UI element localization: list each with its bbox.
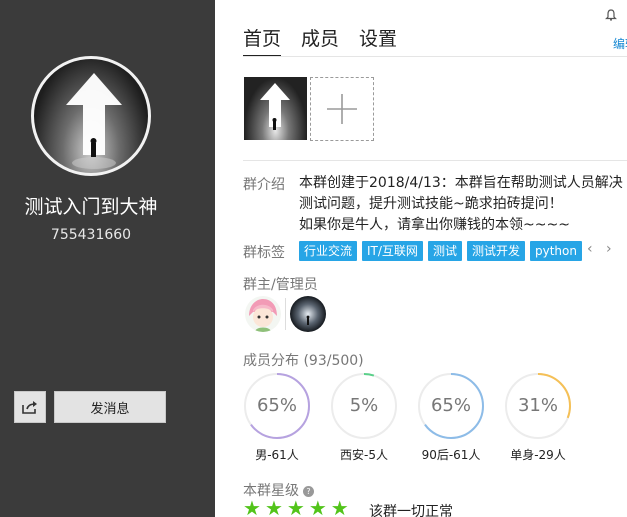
intro-label: 群介绍 xyxy=(243,177,285,193)
share-icon xyxy=(22,401,37,414)
plus-icon xyxy=(327,94,357,124)
tab-bar: 首页 成员 设置 xyxy=(243,24,397,57)
question-icon[interactable]: ? xyxy=(303,485,314,497)
ring-percent: 5% xyxy=(349,395,379,416)
group-detail-panel: 首页 成员 设置 编辑 群介绍 本群创建于2018/4/13：本群旨在帮助测试人… xyxy=(215,0,627,517)
admin-avatar[interactable] xyxy=(290,296,326,332)
tab-home[interactable]: 首页 xyxy=(243,24,282,57)
tag-item[interactable]: IT/互联网 xyxy=(362,241,423,261)
ring-percent: 65% xyxy=(430,395,471,416)
group-photo[interactable] xyxy=(244,77,307,140)
admins-label: 群主/管理员 xyxy=(243,277,318,293)
ring-single[interactable]: 31% 单身-29人 xyxy=(504,372,572,463)
tag-item[interactable]: 测试开发 xyxy=(466,241,525,261)
tags-prev-icon[interactable]: ‹ xyxy=(587,241,593,257)
ring-age[interactable]: 65% 90后-61人 xyxy=(417,372,485,463)
divider xyxy=(285,298,286,330)
star-icon: ★ xyxy=(286,496,305,517)
tags-label: 群标签 xyxy=(243,245,285,261)
ring-caption: 男-61人 xyxy=(255,448,299,462)
tag-item[interactable]: 测试 xyxy=(427,241,462,261)
tab-settings[interactable]: 设置 xyxy=(359,24,397,57)
ring-caption: 单身-29人 xyxy=(510,448,566,462)
send-message-button[interactable]: 发消息 xyxy=(54,391,166,423)
ring-caption: 西安-5人 xyxy=(340,448,388,462)
distribution-title: 成员分布 xyxy=(243,353,299,369)
add-photo-button[interactable] xyxy=(310,77,374,141)
ring-gender[interactable]: 65% 男-61人 xyxy=(243,372,311,463)
star-icon: ★ xyxy=(308,496,327,517)
member-count: (93/500) xyxy=(303,353,364,369)
group-profile-panel: 测试入门到大神 755431660 发消息 xyxy=(0,0,215,517)
arrow-light-image xyxy=(260,83,290,130)
distribution-rings: 65% 男-61人 5% 西安-5人 65% 90后-61人 31% 单身-29… xyxy=(243,372,572,463)
ring-percent: 65% xyxy=(256,395,297,416)
share-button[interactable] xyxy=(14,391,46,423)
tag-list: 行业交流 IT/互联网 测试 测试开发 python xyxy=(299,241,582,261)
ring-chart: 65% xyxy=(243,372,311,440)
arrow-light-image xyxy=(66,73,122,169)
divider xyxy=(243,56,627,57)
tab-members[interactable]: 成员 xyxy=(301,24,339,57)
bell-icon[interactable] xyxy=(605,6,617,25)
group-status: 该群一切正常 xyxy=(369,504,453,517)
tags-next-icon[interactable]: › xyxy=(606,241,612,257)
distribution-label: 成员分布 (93/500) xyxy=(243,350,364,370)
edit-link[interactable]: 编辑 xyxy=(613,35,627,52)
divider xyxy=(243,160,627,161)
ring-percent: 31% xyxy=(517,395,558,416)
group-name: 测试入门到大神 xyxy=(24,196,158,218)
group-avatar[interactable] xyxy=(31,56,151,176)
intro-text: 本群创建于2018/4/13：本群旨在帮助测试人员解决测试问题，提升测试技能~跪… xyxy=(299,175,623,233)
star-icon: ★ xyxy=(330,496,349,517)
ring-chart: 5% xyxy=(330,372,398,440)
ring-caption: 90后-61人 xyxy=(421,448,481,462)
star-rating: ★ ★ ★ ★ ★ xyxy=(243,498,349,517)
owner-avatar[interactable] xyxy=(245,296,281,332)
tag-item[interactable]: 行业交流 xyxy=(299,241,358,261)
ring-region[interactable]: 5% 西安-5人 xyxy=(330,372,398,463)
tag-item[interactable]: python xyxy=(529,241,582,261)
group-number: 755431660 xyxy=(50,227,132,243)
ring-chart: 31% xyxy=(504,372,572,440)
star-icon: ★ xyxy=(243,496,261,517)
star-icon: ★ xyxy=(264,496,283,517)
ring-chart: 65% xyxy=(417,372,485,440)
